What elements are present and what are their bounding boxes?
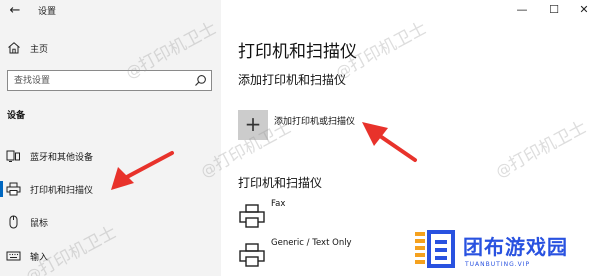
- keyboard-icon: [6, 251, 21, 261]
- add-printer-label[interactable]: 添加打印机或扫描仪: [274, 114, 355, 127]
- sidebar-item-label: 打印机和扫描仪: [30, 186, 94, 196]
- back-button[interactable]: ←: [4, 2, 26, 20]
- window-title: 设置: [38, 7, 57, 17]
- printer-name: Generic / Text Only: [271, 238, 352, 248]
- main-content: — ☐ ✕ 打印机和扫描仪 添加打印机和扫描仪 + 添加打印机或扫描仪 打印机和…: [221, 0, 600, 276]
- mouse-icon: [9, 215, 18, 229]
- sidebar-item-printers[interactable]: 打印机和扫描仪: [0, 178, 221, 200]
- sidebar: ← 设置 主页 设备 蓝牙和其他设备 打印机和扫描仪: [0, 0, 221, 276]
- printer-list-item[interactable]: Generic / Text Only: [238, 238, 578, 272]
- search-box: [7, 70, 212, 91]
- add-section-title: 添加打印机和扫描仪: [238, 73, 347, 87]
- printer-list-title: 打印机和扫描仪: [238, 176, 323, 190]
- sidebar-item-mouse[interactable]: 鼠标: [0, 211, 221, 233]
- plus-icon: +: [244, 112, 262, 136]
- printer-icon: [6, 182, 21, 196]
- printer-name: Fax: [271, 199, 286, 209]
- bluetooth-devices-icon: [6, 150, 20, 162]
- sidebar-item-label: 输入: [30, 253, 49, 263]
- sidebar-item-home[interactable]: 主页: [0, 38, 221, 58]
- home-icon: [8, 42, 20, 54]
- sidebar-item-typing[interactable]: 输入: [0, 245, 221, 267]
- printer-icon: [239, 204, 265, 228]
- home-label: 主页: [30, 45, 49, 55]
- search-input[interactable]: [8, 71, 188, 90]
- search-icon[interactable]: [194, 74, 207, 87]
- printer-icon: [239, 243, 265, 267]
- section-title-devices: 设备: [7, 111, 26, 121]
- close-button[interactable]: ✕: [568, 0, 600, 20]
- sidebar-item-bluetooth[interactable]: 蓝牙和其他设备: [0, 145, 221, 167]
- printer-list-item[interactable]: Fax: [238, 199, 578, 233]
- sidebar-item-label: 鼠标: [30, 219, 49, 229]
- minimize-button[interactable]: —: [506, 0, 538, 20]
- add-printer-button[interactable]: +: [238, 110, 268, 140]
- maximize-button[interactable]: ☐: [538, 0, 570, 20]
- sidebar-item-label: 蓝牙和其他设备: [30, 153, 94, 163]
- page-title: 打印机和扫描仪: [238, 42, 357, 62]
